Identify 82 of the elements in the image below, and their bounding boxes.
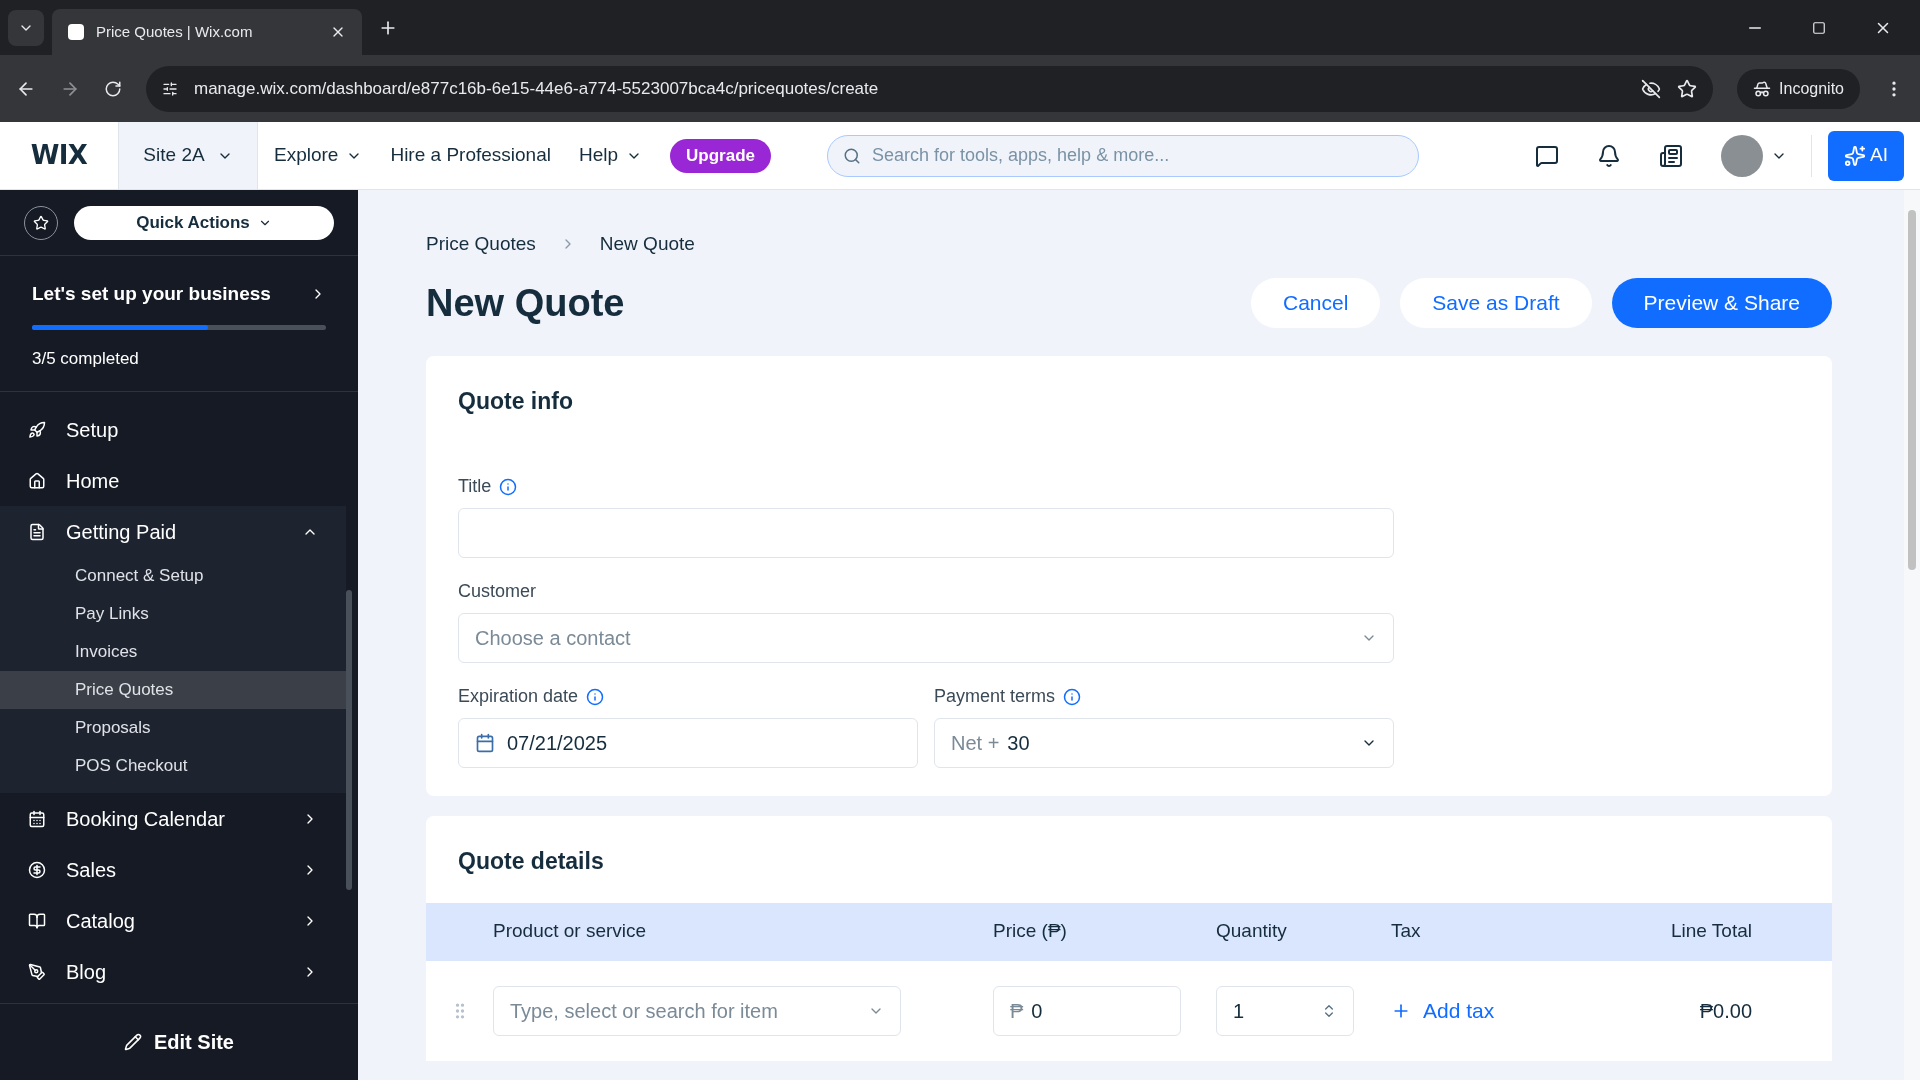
progress-text: 3/5 completed bbox=[32, 347, 140, 370]
sidebar-subitem[interactable]: Connect & Setup bbox=[0, 557, 346, 595]
sidebar-subitem[interactable]: Proposals bbox=[0, 709, 346, 747]
news-icon[interactable] bbox=[1659, 143, 1684, 168]
section-heading: Quote info bbox=[458, 386, 574, 416]
breadcrumb-link[interactable]: New Quote bbox=[599, 230, 695, 259]
nav-menu-item[interactable]: Explore bbox=[274, 141, 363, 170]
quick-actions-button[interactable]: Quick Actions bbox=[74, 205, 334, 240]
sidebar-item[interactable]: Blog bbox=[0, 946, 346, 997]
site-selector[interactable]: Site 2A bbox=[118, 122, 258, 189]
browser-tab[interactable]: Price Quotes | Wix.com bbox=[52, 9, 362, 55]
address-bar[interactable]: manage.wix.com/dashboard/e877c16b-6e15-44e6-a774-5523007bca4c/pricequotes/create bbox=[146, 65, 1714, 112]
column-header: Line Total bbox=[1671, 919, 1753, 944]
column-header: Quantity bbox=[1216, 919, 1288, 944]
action-button[interactable]: Save as Draft bbox=[1400, 278, 1592, 328]
incognito-icon bbox=[1753, 79, 1772, 98]
star-icon bbox=[33, 214, 49, 231]
info-icon[interactable] bbox=[586, 687, 605, 706]
tab-list-button[interactable] bbox=[8, 9, 44, 46]
ai-button[interactable]: AI bbox=[1828, 130, 1904, 181]
page-title: New Quote bbox=[426, 280, 625, 326]
pencil-icon bbox=[124, 1033, 142, 1051]
sidebar-subitem[interactable]: POS Checkout bbox=[0, 747, 346, 785]
nav-menu-item[interactable]: Hire a Professional bbox=[390, 141, 551, 170]
nav-menu-item[interactable]: Help bbox=[578, 141, 643, 170]
breadcrumb-link[interactable]: Price Quotes bbox=[426, 230, 536, 259]
tab-title: Price Quotes | Wix.com bbox=[96, 21, 254, 42]
customer-dropdown[interactable]: Choose a contact bbox=[458, 613, 1394, 663]
incognito-badge[interactable]: Incognito bbox=[1737, 68, 1860, 109]
add-tax-button[interactable]: Add tax bbox=[1391, 994, 1641, 1027]
sidebar-subitem[interactable]: Price Quotes bbox=[0, 671, 346, 709]
line-total: ₱0.00 bbox=[1699, 998, 1753, 1024]
reload-icon[interactable] bbox=[104, 79, 122, 98]
bell-icon[interactable] bbox=[1597, 143, 1622, 168]
eye-off-icon[interactable] bbox=[1641, 78, 1662, 99]
chat-icon[interactable] bbox=[1535, 143, 1560, 168]
restore-icon[interactable] bbox=[1812, 20, 1826, 35]
search-field[interactable]: Search for tools, apps, help & more... bbox=[827, 134, 1419, 177]
url-text: manage.wix.com/dashboard/e877c16b-6e15-44e6-a774-5523007bca4c/pricequotes/create bbox=[194, 77, 880, 100]
sparkles-icon bbox=[1844, 144, 1867, 167]
sidebar-item[interactable]: Catalog bbox=[0, 895, 346, 946]
column-header: Tax bbox=[1391, 919, 1422, 944]
sidebar-subitem[interactable]: Invoices bbox=[0, 633, 346, 671]
title-input-field[interactable] bbox=[458, 508, 1394, 558]
calendar-icon bbox=[475, 733, 495, 753]
info-icon[interactable] bbox=[499, 477, 518, 496]
date-field[interactable]: 07/21/2025 bbox=[458, 718, 918, 768]
site-info-icon[interactable] bbox=[162, 80, 178, 97]
sidebar-item[interactable]: Sales bbox=[0, 844, 346, 895]
sidebar-item[interactable]: Getting Paid bbox=[0, 506, 346, 557]
bookmark-star-icon[interactable] bbox=[1677, 78, 1698, 99]
action-button[interactable]: Preview & Share bbox=[1611, 278, 1832, 328]
info-icon[interactable] bbox=[1063, 687, 1082, 706]
quantity-stepper[interactable]: 1 bbox=[1216, 985, 1354, 1036]
field-label: Expiration date bbox=[458, 685, 579, 708]
sidebar-item[interactable]: Booking Calendar bbox=[0, 793, 346, 844]
dollar-circle-icon bbox=[28, 860, 46, 879]
column-header: Product or service bbox=[493, 919, 648, 944]
favicon-icon bbox=[68, 24, 84, 40]
sidebar-item[interactable]: Home bbox=[0, 455, 346, 506]
edit-site-button[interactable]: Edit Site bbox=[124, 1027, 234, 1057]
upgrade-button[interactable]: Upgrade bbox=[670, 138, 771, 173]
setup-title[interactable]: Let's set up your business bbox=[32, 280, 271, 309]
action-button[interactable]: Cancel bbox=[1251, 278, 1381, 328]
field-label: Title bbox=[458, 475, 492, 498]
field-label: Customer bbox=[458, 580, 537, 603]
home-icon bbox=[28, 471, 46, 490]
book-icon bbox=[28, 911, 46, 930]
pen-icon bbox=[28, 962, 46, 981]
sidebar-item[interactable]: Setup bbox=[0, 404, 346, 455]
column-header: Price (₱) bbox=[993, 919, 1068, 944]
document-icon bbox=[28, 522, 46, 541]
payment-terms-dropdown[interactable]: Net + 30 bbox=[934, 718, 1394, 768]
calendar-icon bbox=[28, 809, 46, 828]
section-heading: Quote details bbox=[457, 847, 605, 876]
scrollbar-thumb[interactable] bbox=[1908, 210, 1916, 570]
field-label: Payment terms bbox=[934, 685, 1056, 708]
rocket-icon bbox=[28, 420, 46, 439]
item-dropdown[interactable]: Type, select or search for item bbox=[493, 985, 901, 1036]
sidebar-subitem[interactable]: Pay Links bbox=[0, 595, 346, 633]
wix-logo[interactable]: WIX bbox=[0, 136, 118, 175]
price-field[interactable]: ₱ 0 bbox=[993, 985, 1181, 1036]
